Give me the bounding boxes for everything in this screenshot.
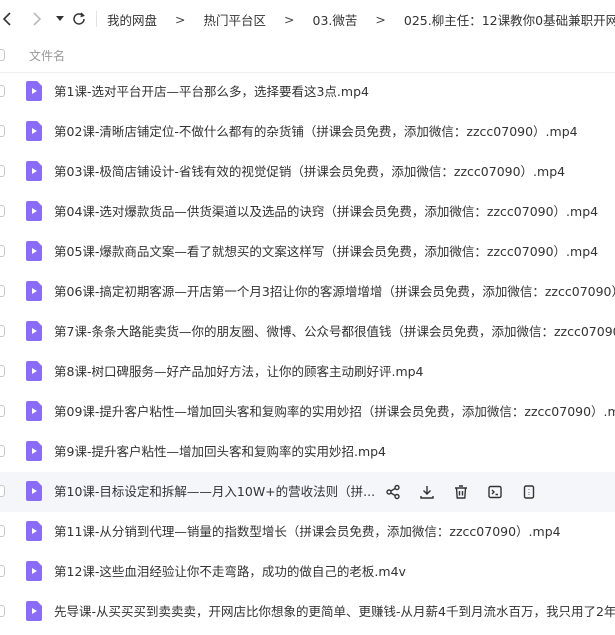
video-file-icon — [26, 601, 42, 621]
breadcrumb-item-folder-03[interactable]: 03.微苦 — [313, 10, 358, 29]
video-file-icon — [26, 161, 42, 181]
video-file-icon — [26, 521, 42, 541]
navigation-toolbar: 我的网盘 > 热门平台区 > 03.微苦 > 025.柳主任：12课教你0基础兼… — [0, 0, 615, 38]
row-checkbox[interactable] — [0, 445, 5, 457]
file-name[interactable]: 第1课-选对平台开店—平台那么多，选择要看这3点.mp4 — [54, 83, 369, 100]
breadcrumb-separator: > — [175, 11, 186, 27]
file-name[interactable]: 第09课-提升客户粘性—增加回头客和复购率的实用妙招（拼课会员免费，添加微信：z… — [54, 403, 615, 420]
video-file-icon — [26, 81, 42, 101]
file-row[interactable]: 第11课-从分销到代理—销量的指数型增长（拼课会员免费，添加微信：zzcc070… — [0, 512, 615, 552]
video-file-icon — [26, 241, 42, 261]
file-row[interactable]: 第1课-选对平台开店—平台那么多，选择要看这3点.mp4 — [0, 72, 615, 112]
breadcrumb-item-hot-platform[interactable]: 热门平台区 — [204, 10, 267, 29]
row-checkbox[interactable] — [0, 245, 5, 257]
file-name[interactable]: 第11课-从分销到代理—销量的指数型增长（拼课会员免费，添加微信：zzcc070… — [54, 523, 561, 540]
video-file-icon — [26, 201, 42, 221]
video-file-icon — [26, 441, 42, 461]
select-all-checkbox[interactable] — [0, 49, 5, 61]
file-row[interactable]: 第03课-极简店铺设计-省钱有效的视觉促销（拼课会员免费，添加微信：zzcc07… — [0, 152, 615, 192]
file-name[interactable]: 第06课-搞定初期客源—开店第一个月3招让你的客源增增增（拼课会员免费，添加微信… — [54, 283, 615, 300]
row-checkbox[interactable] — [0, 525, 5, 537]
file-row-hovered[interactable]: 第10课-目标设定和拆解——月入10W+的营收法则（拼... — [0, 472, 615, 512]
list-header: 文件名 — [0, 38, 615, 73]
row-checkbox[interactable] — [0, 405, 5, 417]
file-row[interactable]: 第12课-这些血泪经验让你不走弯路，成功的做自己的老板.m4v — [0, 552, 615, 592]
file-name[interactable]: 第12课-这些血泪经验让你不走弯路，成功的做自己的老板.m4v — [54, 563, 406, 580]
trash-icon[interactable] — [452, 483, 470, 501]
file-name[interactable]: 第04课-选对爆款货品—供货渠道以及选品的诀窍（拼课会员免费，添加微信：zzcc… — [54, 203, 598, 220]
breadcrumb-item-current-folder[interactable]: 025.柳主任：12课教你0基础兼职开网店，月赚十万+ — [404, 10, 615, 29]
row-checkbox[interactable] — [0, 85, 5, 97]
rename-icon[interactable] — [486, 483, 504, 501]
column-header-filename[interactable]: 文件名 — [29, 47, 65, 64]
video-file-icon — [26, 401, 42, 421]
row-checkbox[interactable] — [0, 205, 5, 217]
breadcrumb-item-my-drive[interactable]: 我的网盘 — [107, 10, 157, 29]
video-file-icon — [26, 361, 42, 381]
row-checkbox[interactable] — [0, 485, 5, 497]
file-row[interactable]: 第02课-清晰店铺定位-不做什么都有的杂货铺（拼课会员免费，添加微信：zzcc0… — [0, 112, 615, 152]
row-checkbox[interactable] — [0, 165, 5, 177]
file-name[interactable]: 第10课-目标设定和拆解——月入10W+的营收法则（拼... — [54, 483, 375, 500]
file-name[interactable]: 第9课-提升客户粘性—增加回头客和复购率的实用妙招.mp4 — [54, 443, 386, 460]
share-icon[interactable] — [384, 483, 402, 501]
file-row[interactable]: 第7课-条条大路能卖货—你的朋友圈、微博、公众号都很值钱（拼课会员免费，添加微信… — [0, 312, 615, 352]
file-row[interactable]: 先导课-从买买买到卖卖卖，开网店比你想象的更简单、更赚钱-从月薪4千到月流水百万… — [0, 592, 615, 632]
row-actions — [384, 483, 554, 501]
refresh-icon[interactable] — [70, 8, 88, 30]
breadcrumb-separator: > — [284, 11, 295, 27]
video-file-icon — [26, 321, 42, 341]
video-file-icon — [26, 561, 42, 581]
toolbar-divider — [96, 11, 97, 27]
back-icon[interactable] — [0, 8, 14, 30]
video-file-icon — [26, 121, 42, 141]
download-icon[interactable] — [418, 483, 436, 501]
file-row[interactable]: 第05课-爆款商品文案—看了就想买的文案这样写（拼课会员免费，添加微信：zzcc… — [0, 232, 615, 272]
breadcrumb-separator: > — [375, 11, 386, 27]
file-name[interactable]: 第8课-树口碑服务—好产品加好方法，让你的顾客主动刷好评.mp4 — [54, 363, 424, 380]
row-checkbox[interactable] — [0, 565, 5, 577]
row-checkbox[interactable] — [0, 125, 5, 137]
file-row[interactable]: 第09课-提升客户粘性—增加回头客和复购率的实用妙招（拼课会员免费，添加微信：z… — [0, 392, 615, 432]
video-file-icon — [26, 281, 42, 301]
file-name[interactable]: 第7课-条条大路能卖货—你的朋友圈、微博、公众号都很值钱（拼课会员免费，添加微信… — [54, 323, 615, 340]
breadcrumb: 我的网盘 > 热门平台区 > 03.微苦 > 025.柳主任：12课教你0基础兼… — [107, 10, 615, 29]
file-name[interactable]: 第02课-清晰店铺定位-不做什么都有的杂货铺（拼课会员免费，添加微信：zzcc0… — [54, 123, 578, 140]
file-row[interactable]: 第8课-树口碑服务—好产品加好方法，让你的顾客主动刷好评.mp4 — [0, 352, 615, 392]
file-row[interactable]: 第04课-选对爆款货品—供货渠道以及选品的诀窍（拼课会员免费，添加微信：zzcc… — [0, 192, 615, 232]
row-checkbox[interactable] — [0, 365, 5, 377]
row-checkbox[interactable] — [0, 285, 5, 297]
file-name[interactable]: 先导课-从买买买到卖卖卖，开网店比你想象的更简单、更赚钱-从月薪4千到月流水百万… — [54, 603, 615, 620]
history-dropdown-icon[interactable] — [54, 8, 66, 30]
forward-icon[interactable] — [30, 8, 44, 30]
video-file-icon — [26, 481, 42, 501]
row-checkbox[interactable] — [0, 605, 5, 617]
row-checkbox[interactable] — [0, 325, 5, 337]
more-icon[interactable] — [520, 483, 538, 501]
file-list: 第1课-选对平台开店—平台那么多，选择要看这3点.mp4 第02课-清晰店铺定位… — [0, 72, 615, 632]
file-name[interactable]: 第03课-极简店铺设计-省钱有效的视觉促销（拼课会员免费，添加微信：zzcc07… — [54, 163, 565, 180]
file-row[interactable]: 第9课-提升客户粘性—增加回头客和复购率的实用妙招.mp4 — [0, 432, 615, 472]
file-row[interactable]: 第06课-搞定初期客源—开店第一个月3招让你的客源增增增（拼课会员免费，添加微信… — [0, 272, 615, 312]
file-name[interactable]: 第05课-爆款商品文案—看了就想买的文案这样写（拼课会员免费，添加微信：zzcc… — [54, 243, 598, 260]
